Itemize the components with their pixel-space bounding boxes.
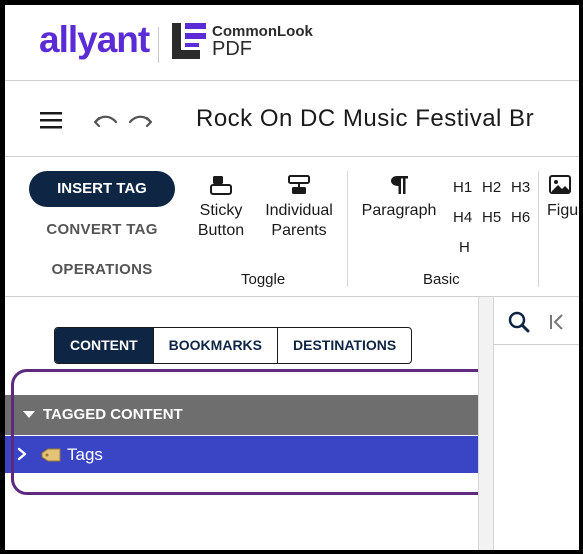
ribbon-divider bbox=[538, 171, 539, 287]
tab-bookmarks[interactable]: BOOKMARKS bbox=[154, 328, 279, 363]
brand-bar: allyant CommonLook PDF bbox=[5, 5, 579, 81]
search-icon[interactable] bbox=[508, 311, 530, 333]
operations-button[interactable]: OPERATIONS bbox=[29, 261, 175, 278]
ribbon-toolbar: INSERT TAG CONVERT TAG OPERATIONS Sticky… bbox=[5, 157, 579, 297]
sticky-button-label-line1: Sticky bbox=[199, 202, 243, 219]
toggle-group-label: Toggle bbox=[241, 271, 286, 288]
individual-parents-icon bbox=[288, 175, 310, 194]
heading-h6-button[interactable]: H6 bbox=[511, 209, 530, 226]
insert-tag-button[interactable]: INSERT TAG bbox=[29, 171, 175, 207]
tab-content[interactable]: CONTENT bbox=[55, 328, 154, 363]
individual-parents-toggle[interactable]: Individual Parents bbox=[259, 175, 339, 241]
panel-splitter[interactable] bbox=[478, 297, 494, 550]
commonlook-logo-icon bbox=[172, 23, 206, 59]
pilcrow-icon bbox=[391, 176, 408, 194]
title-bar: Rock On DC Music Festival Br bbox=[5, 81, 579, 157]
sticky-button-label-line2: Button bbox=[197, 222, 245, 239]
individual-parents-label-line2: Parents bbox=[271, 222, 327, 239]
right-panel-toolbar bbox=[494, 297, 579, 345]
document-title: Rock On DC Music Festival Br bbox=[196, 105, 535, 132]
ribbon-divider bbox=[347, 171, 348, 287]
right-panel bbox=[494, 297, 579, 550]
paragraph-button[interactable]: Paragraph bbox=[357, 175, 441, 221]
left-panel: CONTENT BOOKMARKS DESTINATIONS TAGGED CO… bbox=[5, 297, 478, 550]
heading-h-button[interactable]: H bbox=[459, 239, 470, 256]
individual-parents-label-line1: Individual bbox=[265, 202, 333, 219]
heading-h2-button[interactable]: H2 bbox=[482, 179, 501, 196]
paragraph-label: Paragraph bbox=[361, 202, 437, 219]
collapse-caret-icon[interactable] bbox=[23, 411, 35, 418]
tag-icon bbox=[41, 448, 61, 462]
heading-h1-button[interactable]: H1 bbox=[453, 179, 472, 196]
pdf-wordmark: PDF bbox=[212, 38, 252, 60]
first-page-icon[interactable] bbox=[548, 313, 566, 331]
tree-item-tags[interactable]: Tags bbox=[5, 436, 478, 473]
figure-label: Figu bbox=[547, 202, 579, 219]
tree-item-label: Tags bbox=[67, 445, 103, 464]
panel-tabs: CONTENT BOOKMARKS DESTINATIONS bbox=[54, 327, 413, 364]
heading-h4-button[interactable]: H4 bbox=[453, 209, 472, 226]
app-window: allyant CommonLook PDF Rock On DC Music … bbox=[5, 5, 579, 550]
figure-button[interactable]: Figu bbox=[547, 175, 579, 221]
basic-group-label: Basic bbox=[423, 271, 460, 288]
brand-divider bbox=[158, 27, 159, 63]
figure-icon bbox=[549, 175, 571, 194]
hamburger-menu-icon[interactable] bbox=[40, 111, 64, 129]
convert-tag-button[interactable]: CONVERT TAG bbox=[29, 221, 175, 238]
undo-icon[interactable] bbox=[93, 112, 119, 130]
tagged-content-header[interactable]: TAGGED CONTENT bbox=[5, 395, 478, 435]
sticky-button-toggle[interactable]: Sticky Button bbox=[191, 175, 251, 241]
chevron-right-icon[interactable] bbox=[15, 447, 29, 461]
tagged-content-label: TAGGED CONTENT bbox=[43, 406, 183, 423]
redo-icon[interactable] bbox=[127, 112, 153, 130]
heading-h5-button[interactable]: H5 bbox=[482, 209, 501, 226]
tab-destinations[interactable]: DESTINATIONS bbox=[278, 328, 411, 363]
heading-h3-button[interactable]: H3 bbox=[511, 179, 530, 196]
sticky-button-icon bbox=[210, 176, 232, 195]
allyant-logo: allyant bbox=[39, 19, 150, 60]
